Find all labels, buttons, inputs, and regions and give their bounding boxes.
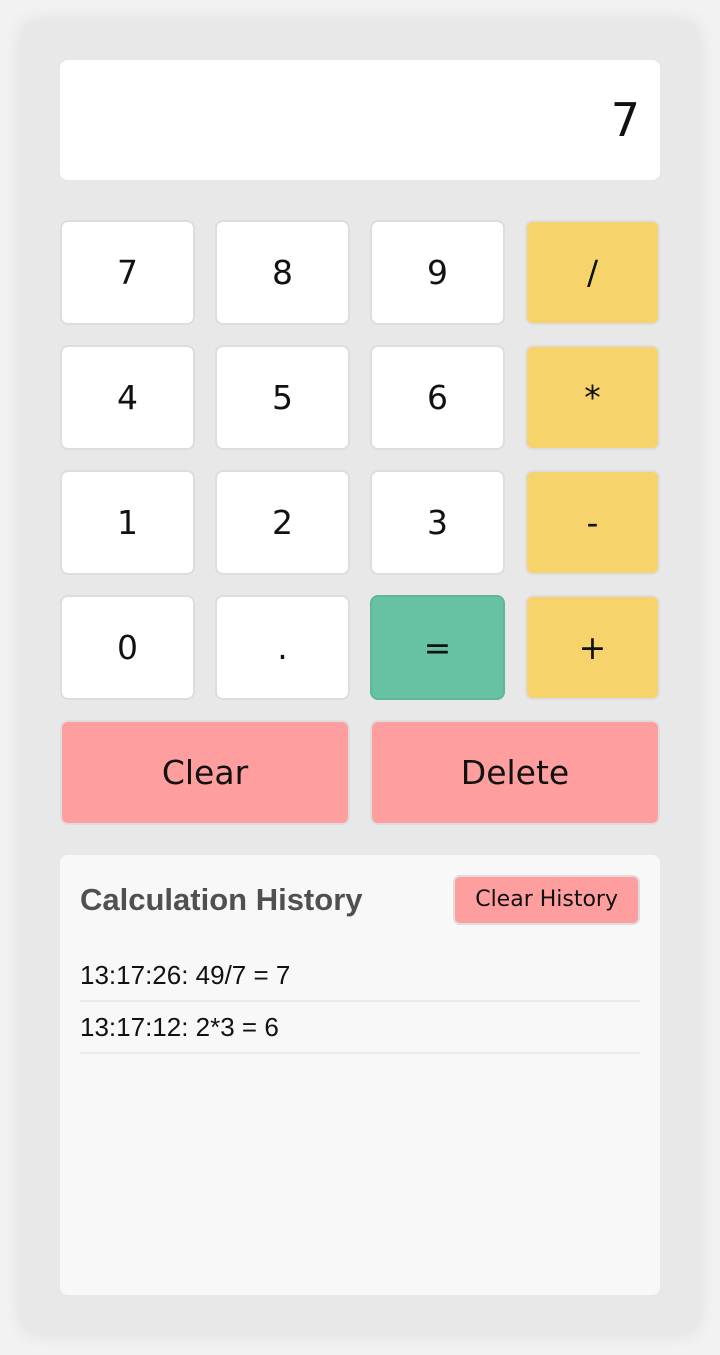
calculator-display: 7 — [60, 60, 660, 180]
history-entry: 13:17:12: 2*3 = 6 — [80, 1002, 640, 1054]
key-0[interactable]: 0 — [60, 595, 195, 700]
clear-button[interactable]: Clear — [60, 720, 350, 825]
history-title: Calculation History — [80, 882, 363, 917]
keypad: 7 8 9 / 4 5 6 * 1 2 3 - 0 . = + Clear De… — [60, 220, 660, 825]
clear-history-button[interactable]: Clear History — [453, 875, 640, 925]
key-decimal[interactable]: . — [215, 595, 350, 700]
display-value: 7 — [610, 93, 640, 147]
delete-button[interactable]: Delete — [370, 720, 660, 825]
key-4[interactable]: 4 — [60, 345, 195, 450]
key-3[interactable]: 3 — [370, 470, 505, 575]
history-list: 13:17:26: 49/7 = 7 13:17:12: 2*3 = 6 — [80, 950, 640, 1054]
history-panel: Calculation History Clear History 13:17:… — [60, 855, 660, 1295]
key-divide[interactable]: / — [525, 220, 660, 325]
key-multiply[interactable]: * — [525, 345, 660, 450]
key-8[interactable]: 8 — [215, 220, 350, 325]
key-1[interactable]: 1 — [60, 470, 195, 575]
history-entry: 13:17:26: 49/7 = 7 — [80, 950, 640, 1002]
key-2[interactable]: 2 — [215, 470, 350, 575]
key-equals[interactable]: = — [370, 595, 505, 700]
calculator: 7 7 8 9 / 4 5 6 * 1 2 3 - 0 . = + Clear … — [20, 20, 700, 1335]
key-5[interactable]: 5 — [215, 345, 350, 450]
key-7[interactable]: 7 — [60, 220, 195, 325]
history-header: Calculation History Clear History — [80, 875, 640, 925]
key-add[interactable]: + — [525, 595, 660, 700]
key-subtract[interactable]: - — [525, 470, 660, 575]
key-9[interactable]: 9 — [370, 220, 505, 325]
key-6[interactable]: 6 — [370, 345, 505, 450]
